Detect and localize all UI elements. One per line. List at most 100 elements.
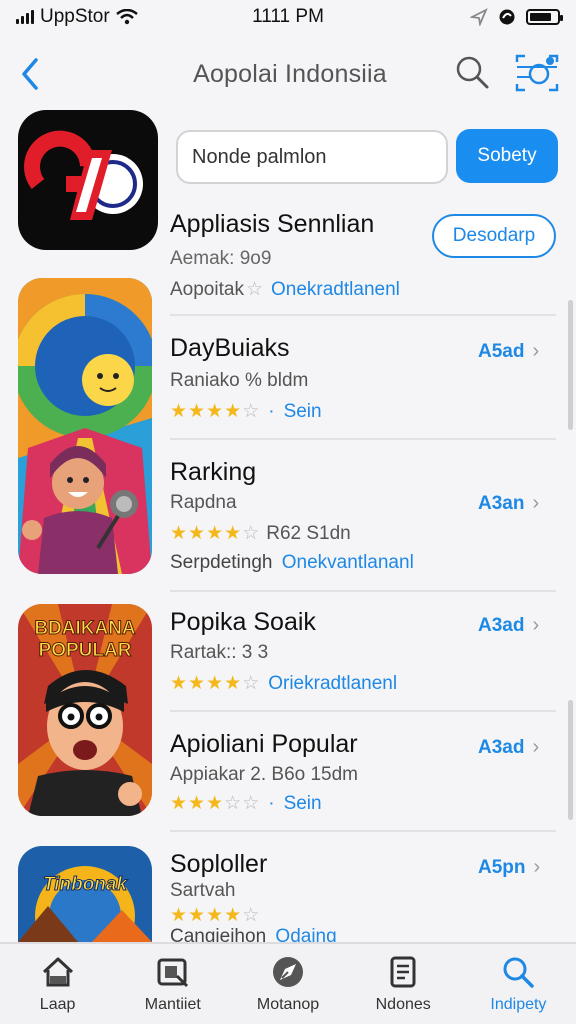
get-button[interactable]: A3ad ›	[478, 614, 539, 637]
featured-app-icon[interactable]	[18, 110, 158, 250]
app-link[interactable]: Odaing	[275, 926, 336, 942]
star-outline-icon: ☆	[242, 523, 260, 544]
app-link[interactable]: Sein	[284, 793, 322, 815]
divider	[170, 710, 556, 712]
app-tertiary-label: Serpdetingh	[170, 552, 273, 573]
search-icon	[503, 957, 535, 988]
star-filled-icon: ★	[188, 793, 206, 814]
home-icon	[42, 957, 73, 987]
tab-label: Laap	[39, 996, 76, 1013]
star-filled-icon: ★	[170, 793, 188, 814]
get-button[interactable]: A3ad ›	[478, 736, 539, 759]
search-button[interactable]: Sobety	[456, 129, 558, 183]
get-button-label: A3ad	[478, 614, 525, 636]
featured-meta-text: Aopoitak	[170, 278, 244, 300]
status-right	[470, 8, 563, 26]
divider	[170, 590, 556, 592]
star-filled-icon: ★	[206, 523, 224, 544]
featured-app-meta: Aopoitak ☆ Onekradtlanenl	[170, 278, 400, 301]
app-tertiary: Serpdetingh Onekvantlananl	[170, 552, 414, 574]
divider	[170, 314, 556, 316]
app-title: Apioliani Popular	[170, 730, 358, 758]
download-button[interactable]: Desodarp	[432, 214, 556, 258]
star-half-icon: ★	[224, 523, 242, 544]
get-button-label: A5ad	[478, 340, 525, 362]
divider	[170, 438, 556, 440]
star-filled-icon: ★	[188, 401, 206, 422]
page-title: Aopolai Indonsiia	[193, 60, 387, 88]
battery-level	[530, 13, 551, 21]
app-link[interactable]: Sein	[284, 401, 322, 423]
wifi-icon	[115, 9, 138, 25]
camera-scan-icon[interactable]	[514, 52, 560, 94]
star-filled-icon: ★	[188, 523, 206, 544]
battery-icon	[526, 9, 563, 25]
star-outline-icon: ☆	[242, 401, 260, 422]
app-rating: ★ ★ ★ ★ ☆ · Sein	[170, 400, 322, 423]
app-subtitle: Rapdna	[170, 492, 237, 513]
get-button[interactable]: A3an ›	[478, 492, 539, 515]
app-icon-soploller[interactable]: Tinbonak	[18, 846, 152, 942]
star-filled-icon: ★	[170, 673, 188, 694]
tab-market[interactable]: Mantiiet	[115, 944, 230, 1024]
market-icon	[157, 958, 188, 988]
focus-icon	[499, 9, 515, 25]
star-filled-icon: ★	[188, 905, 206, 926]
back-chevron-icon[interactable]	[14, 54, 48, 94]
compass-icon	[273, 957, 303, 987]
app-rating: ★ ★ ★ ★ ☆ R62 S1dn	[170, 522, 351, 545]
chevron-right-icon: ›	[532, 492, 540, 514]
icon-label: Tinbonak	[43, 874, 129, 895]
carrier-label: UppStor	[40, 6, 110, 27]
star-filled-icon: ★	[224, 905, 242, 926]
tab-documents[interactable]: Ndones	[346, 944, 461, 1024]
app-link[interactable]: Onekvantlananl	[282, 552, 414, 573]
icon-label-top: BDAIKANA	[34, 618, 136, 639]
star-filled-icon: ★	[170, 523, 188, 544]
chevron-right-icon: ›	[532, 340, 540, 362]
location-icon	[470, 8, 488, 26]
app-icon-daybuiaks[interactable]	[18, 278, 152, 574]
get-button[interactable]: A5pn ›	[478, 856, 540, 879]
app-icon-popika-soaik[interactable]: BDAIKANA POPULAR	[18, 604, 152, 816]
scrollbar-secondary	[568, 700, 573, 820]
star-filled-icon: ★	[206, 793, 224, 814]
app-subtitle: Rartak:: 3 3	[170, 642, 269, 663]
signal-icon	[16, 10, 34, 24]
app-title: Popika Soaik	[170, 608, 316, 636]
star-outline-icon: ☆	[242, 905, 260, 926]
featured-app-link[interactable]: Onekradtlanenl	[271, 279, 400, 301]
app-link[interactable]: Oriekradtlanenl	[268, 673, 397, 695]
document-icon	[390, 956, 416, 988]
app-tertiary-label: Cangieihon	[170, 926, 267, 942]
star-outline-icon: ☆	[242, 673, 260, 694]
star-filled-icon: ★	[170, 401, 188, 422]
app-rating-extra: R62 S1dn	[266, 522, 351, 544]
divider	[170, 830, 556, 832]
app-rating: ★ ★ ★ ★ ☆ Oriekradtlanenl	[170, 672, 397, 695]
tab-explore[interactable]: Motanop	[230, 944, 345, 1024]
app-rating: ★ ★ ★ ☆ ☆ · Sein	[170, 792, 322, 815]
featured-app-name: Appliasis Sennlian	[170, 210, 375, 238]
get-button-label: A3an	[478, 492, 525, 514]
star-filled-icon: ★	[224, 673, 242, 694]
search-icon[interactable]	[454, 54, 490, 90]
star-filled-icon: ★	[206, 401, 224, 422]
tab-home[interactable]: Laap	[0, 944, 115, 1024]
app-subtitle: Raniako % bldm	[170, 370, 309, 391]
app-subtitle: Sartvah	[170, 880, 236, 901]
app-subtitle: Appiakar 2. B6o 15dm	[170, 764, 359, 785]
get-button[interactable]: A5ad ›	[478, 340, 539, 363]
app-rating: ★ ★ ★ ★ ☆	[170, 904, 259, 927]
scrollbar[interactable]	[568, 300, 573, 430]
icon-label-bottom: POPULAR	[39, 640, 132, 661]
app-tertiary: Cangieihon Odaing	[170, 926, 337, 942]
separator-dot: ·	[268, 792, 275, 814]
app-title: Soploller	[170, 850, 268, 878]
search-input[interactable]	[176, 130, 448, 184]
get-button-label: A5pn	[478, 856, 526, 878]
star-filled-icon: ★	[188, 673, 206, 694]
tab-search[interactable]: Indipety	[461, 944, 576, 1024]
app-title: DayBuiaks	[170, 334, 290, 362]
separator-dot: ·	[268, 400, 275, 422]
